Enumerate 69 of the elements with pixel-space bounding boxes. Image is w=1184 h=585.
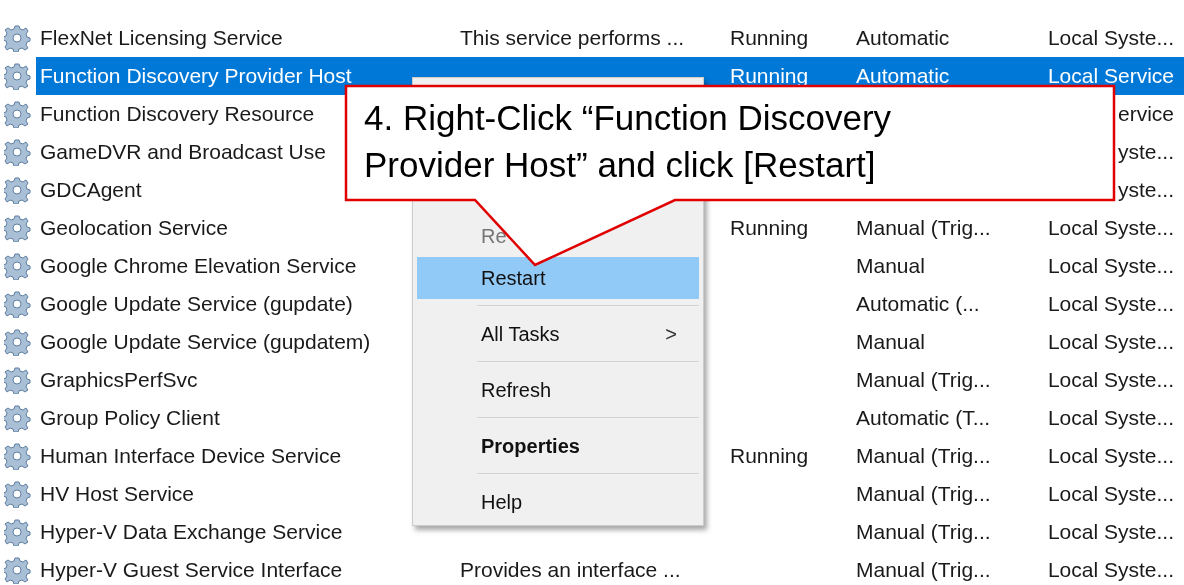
log-on-as: ervice — [1117, 102, 1174, 126]
service-name[interactable]: Geolocation Service — [40, 216, 228, 240]
startup-type: Manual (Trig... — [856, 444, 991, 468]
log-on-as: Local Service — [1047, 64, 1174, 88]
log-on-as: Local Syste... — [1047, 482, 1174, 506]
gear-icon — [4, 366, 32, 394]
service-name[interactable]: GameDVR and Broadcast Use — [40, 140, 326, 164]
startup-type: Manual (Trig... — [856, 520, 991, 544]
service-name[interactable]: Group Policy Client — [40, 406, 220, 430]
log-on-as: Local Syste... — [1047, 444, 1174, 468]
gear-icon — [4, 290, 32, 318]
gear-icon — [4, 100, 32, 128]
startup-type: Manual — [856, 254, 925, 278]
service-name[interactable]: Google Update Service (gupdatem) — [40, 330, 371, 354]
startup-type: Manual (Trig... — [856, 558, 991, 582]
menu-item[interactable]: Refresh — [481, 378, 552, 402]
gear-icon — [4, 62, 32, 90]
gear-icon — [4, 480, 32, 508]
gear-icon — [4, 176, 32, 204]
startup-type: Automatic (T... — [856, 406, 991, 430]
menu-item[interactable]: Help — [481, 490, 523, 514]
startup-type: Automatic (... — [856, 292, 980, 316]
service-name[interactable]: Hyper-V Guest Service Interface — [40, 558, 343, 582]
service-status: Running — [730, 64, 809, 88]
gear-icon — [4, 404, 32, 432]
service-name[interactable]: GraphicsPerfSvc — [40, 368, 198, 392]
gear-icon — [4, 138, 32, 166]
log-on-as: Local Syste... — [1047, 216, 1174, 240]
service-name[interactable]: Function Discovery Provider Host — [40, 64, 352, 88]
log-on-as: Local Syste... — [1047, 292, 1174, 316]
log-on-as: Local Syste... — [1047, 520, 1174, 544]
callout-text: 4. Right-Click “Function Discovery Provider Host” and click [Restart] — [364, 97, 893, 186]
submenu-arrow: > — [665, 322, 677, 346]
startup-type: Manual (Trig... — [856, 482, 991, 506]
service-status: Running — [730, 216, 809, 240]
startup-type: Manual — [856, 330, 925, 354]
service-name[interactable]: Google Update Service (gupdate) — [40, 292, 353, 316]
gear-icon — [4, 328, 32, 356]
log-on-as: Local Syste... — [1047, 368, 1174, 392]
service-description: Provides an interface ... — [460, 558, 681, 582]
startup-type: Automatic — [856, 26, 950, 50]
service-description: This service performs ... — [460, 26, 685, 50]
gear-icon — [4, 518, 32, 546]
service-name[interactable]: HV Host Service — [40, 482, 195, 506]
menu-item[interactable]: Restart — [417, 257, 699, 299]
gear-icon — [4, 24, 32, 52]
log-on-as: Local Syste... — [1047, 406, 1174, 430]
service-name[interactable]: Hyper-V Data Exchange Service — [40, 520, 343, 544]
service-name[interactable]: FlexNet Licensing Service — [40, 26, 283, 50]
log-on-as: Local Syste... — [1047, 558, 1174, 582]
gear-icon — [4, 214, 32, 242]
service-name[interactable]: Function Discovery Resource — [40, 102, 315, 126]
service-name[interactable]: Human Interface Device Service — [40, 444, 342, 468]
gear-icon — [4, 252, 32, 280]
log-on-as: Local Syste... — [1047, 26, 1174, 50]
startup-type: Automatic — [856, 64, 950, 88]
service-name[interactable]: GDCAgent — [40, 178, 142, 202]
menu-item[interactable]: Properties — [481, 434, 580, 458]
log-on-as: Local Syste... — [1047, 330, 1174, 354]
gear-icon — [4, 442, 32, 470]
service-status: Running — [730, 26, 809, 50]
startup-type: Manual (Trig... — [856, 368, 991, 392]
service-name[interactable]: Google Chrome Elevation Service — [40, 254, 357, 278]
log-on-as: yste... — [1117, 140, 1174, 164]
startup-type: Manual (Trig... — [856, 216, 991, 240]
menu-item[interactable]: All Tasks — [481, 322, 560, 346]
log-on-as: yste... — [1117, 178, 1174, 202]
log-on-as: Local Syste... — [1047, 254, 1174, 278]
service-status: Running — [730, 444, 809, 468]
